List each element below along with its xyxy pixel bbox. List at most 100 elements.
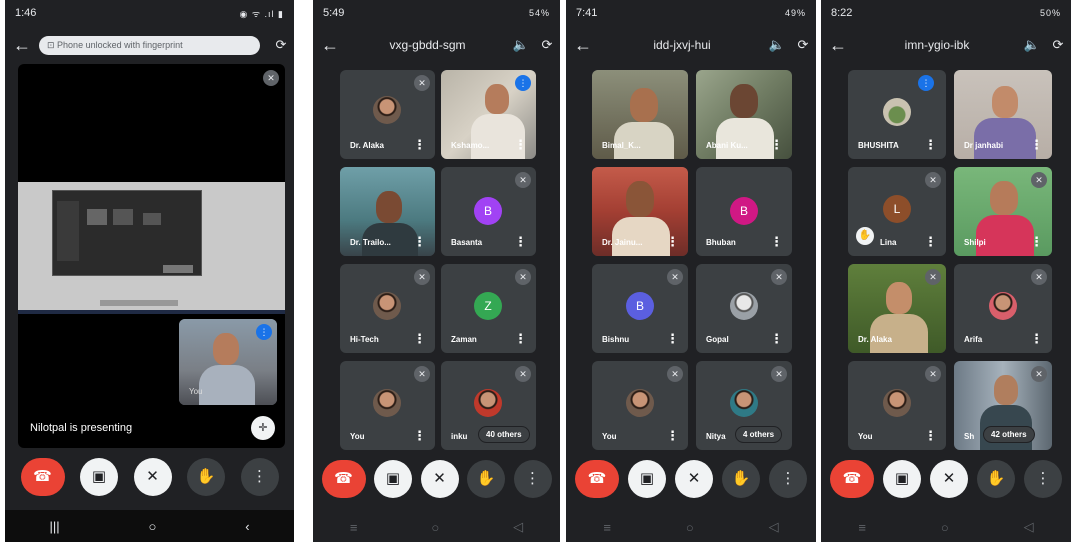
end-call-button[interactable]: ☎ bbox=[321, 460, 366, 498]
more-icon[interactable]: ⋮ bbox=[666, 234, 679, 250]
more-icon[interactable]: ⋮ bbox=[770, 331, 783, 347]
others-count-chip[interactable]: 40 others bbox=[479, 427, 529, 442]
recents-icon[interactable]: ≡ bbox=[350, 520, 358, 535]
speaker-icon[interactable]: 🔈 bbox=[1019, 37, 1045, 53]
more-options-button[interactable]: ⋮ bbox=[513, 460, 552, 498]
battery-level: 54% bbox=[528, 8, 550, 18]
camera-switch-icon[interactable]: ⟳ bbox=[534, 37, 560, 53]
more-icon[interactable]: ⋮ bbox=[1030, 137, 1043, 153]
more-icon[interactable]: ⋮ bbox=[924, 137, 937, 153]
home-icon[interactable]: ○ bbox=[431, 520, 439, 535]
more-icon[interactable]: ⋮ bbox=[1030, 331, 1043, 347]
more-icon[interactable]: ⋮ bbox=[666, 428, 679, 444]
participant-tile[interactable]: ⋮ BHUSHITA ⋮ bbox=[848, 70, 946, 159]
more-icon[interactable]: ⋮ bbox=[413, 234, 426, 250]
participant-tile[interactable]: ✕ Gopal ⋮ bbox=[696, 264, 792, 353]
participant-tile[interactable]: Dr. Jainu... ⋮ bbox=[592, 167, 688, 256]
participant-tile[interactable]: ✕ Dr. Alaka bbox=[848, 264, 946, 353]
participant-tile[interactable]: ✕ B Bishnu ⋮ bbox=[592, 264, 688, 353]
participant-tile[interactable]: ✕ Nitya 4 others bbox=[696, 361, 792, 450]
more-icon[interactable]: ⋮ bbox=[924, 428, 937, 444]
participant-tile[interactable]: ✕ Z Zaman ⋮ bbox=[441, 264, 536, 353]
more-icon[interactable]: ⋮ bbox=[770, 137, 783, 153]
speaker-icon[interactable]: 🔈 bbox=[764, 37, 790, 53]
back-arrow-icon[interactable]: ← bbox=[5, 35, 39, 56]
end-call-button[interactable]: ☎ bbox=[830, 460, 874, 498]
participant-tile[interactable]: ✕ Shilpi ⋮ bbox=[954, 167, 1052, 256]
speaker-icon[interactable]: 🔈 bbox=[508, 37, 534, 53]
participant-tile[interactable]: Abani Ku... ⋮ bbox=[696, 70, 792, 159]
more-options-button[interactable]: ⋮ bbox=[240, 458, 279, 496]
camera-off-button[interactable]: ▣ bbox=[374, 460, 412, 498]
more-icon[interactable]: ⋮ bbox=[514, 331, 527, 347]
camera-off-button[interactable]: ▣ bbox=[80, 458, 118, 496]
end-call-button[interactable]: ☎ bbox=[575, 460, 619, 498]
avatar: B bbox=[730, 197, 758, 225]
more-options-button[interactable]: ⋮ bbox=[1024, 460, 1062, 498]
more-icon[interactable]: ⋮ bbox=[514, 234, 527, 250]
more-icon[interactable]: ⋮ bbox=[413, 331, 426, 347]
back-arrow-icon[interactable]: ← bbox=[566, 35, 600, 56]
more-icon[interactable]: ⋮ bbox=[514, 137, 527, 153]
camera-switch-icon[interactable]: ⟳ bbox=[1045, 37, 1071, 53]
participant-tile[interactable]: ✕ B Basanta ⋮ bbox=[441, 167, 536, 256]
participant-tile[interactable]: Dr. Trailo... ⋮ bbox=[340, 167, 435, 256]
recents-icon[interactable]: ≡ bbox=[858, 520, 866, 535]
recents-icon[interactable]: ||| bbox=[49, 519, 59, 534]
call-controls: ☎ ▣ ✕ ✋ ⋮ bbox=[566, 460, 816, 498]
camera-off-button[interactable]: ▣ bbox=[883, 460, 921, 498]
back-arrow-icon[interactable]: ← bbox=[821, 35, 855, 56]
self-tile[interactable]: ✕ You ⋮ bbox=[848, 361, 946, 450]
meeting-code[interactable]: imn-ygio-ibk bbox=[855, 38, 1019, 52]
more-options-button[interactable]: ⋮ bbox=[769, 460, 807, 498]
nav-back-icon[interactable]: ◁ bbox=[1024, 519, 1034, 535]
raise-hand-button[interactable]: ✋ bbox=[467, 460, 505, 498]
self-tile[interactable]: ✕ You ⋮ bbox=[340, 361, 435, 450]
self-tile[interactable]: ✕ You ⋮ bbox=[592, 361, 688, 450]
participant-tile[interactable]: ✕ Sh 42 others bbox=[954, 361, 1052, 450]
raise-hand-button[interactable]: ✋ bbox=[187, 458, 225, 496]
end-call-button[interactable]: ☎ bbox=[20, 458, 65, 496]
camera-switch-icon[interactable]: ⟳ bbox=[268, 37, 294, 53]
participant-tile[interactable]: ✕ Dr. Alaka ⋮ bbox=[340, 70, 435, 159]
participant-tile[interactable]: ✕ Hi-Tech ⋮ bbox=[340, 264, 435, 353]
participant-tile[interactable]: ✕ inku 40 others bbox=[441, 361, 536, 450]
more-icon[interactable]: ⋮ bbox=[413, 137, 426, 153]
participant-tile[interactable]: B Bhuban ⋮ bbox=[696, 167, 792, 256]
mic-off-icon: ✕ bbox=[414, 75, 430, 91]
participant-tile[interactable]: Bimal_K... bbox=[592, 70, 688, 159]
home-icon[interactable]: ○ bbox=[148, 519, 156, 534]
mic-off-button[interactable]: ✕ bbox=[675, 460, 713, 498]
nav-back-icon[interactable]: ◁ bbox=[769, 519, 779, 535]
participant-tile[interactable]: ⋮ Kshamo... ⋮ bbox=[441, 70, 536, 159]
more-icon[interactable]: ⋮ bbox=[924, 234, 937, 250]
mic-off-button[interactable]: ✕ bbox=[930, 460, 968, 498]
back-arrow-icon[interactable]: ← bbox=[313, 35, 347, 56]
participant-tile[interactable]: Dr janhabi ⋮ bbox=[954, 70, 1052, 159]
nav-back-icon[interactable]: ◁ bbox=[513, 519, 523, 535]
participant-tile[interactable]: ✕ Arifa ⋮ bbox=[954, 264, 1052, 353]
mic-off-button[interactable]: ✕ bbox=[420, 460, 459, 498]
self-video-tile[interactable]: ⋮ You bbox=[179, 319, 277, 405]
participant-tile[interactable]: ✕ L ✋ Lina ⋮ bbox=[848, 167, 946, 256]
more-icon[interactable]: ⋮ bbox=[770, 234, 783, 250]
meeting-code[interactable]: vxg-gbdd-sgm bbox=[347, 38, 508, 52]
more-icon[interactable]: ⋮ bbox=[413, 428, 426, 444]
meeting-code[interactable]: idd-jxvj-hui bbox=[600, 38, 764, 52]
recents-icon[interactable]: ≡ bbox=[603, 520, 611, 535]
speaking-icon: ⋮ bbox=[918, 75, 934, 91]
home-icon[interactable]: ○ bbox=[686, 520, 694, 535]
more-icon[interactable]: ⋮ bbox=[1030, 234, 1043, 250]
raise-hand-button[interactable]: ✋ bbox=[977, 460, 1015, 498]
raise-hand-button[interactable]: ✋ bbox=[722, 460, 760, 498]
participant-name: BHUSHITA bbox=[858, 141, 899, 150]
camera-off-button[interactable]: ▣ bbox=[628, 460, 666, 498]
others-count-chip[interactable]: 42 others bbox=[984, 427, 1034, 442]
home-icon[interactable]: ○ bbox=[941, 520, 949, 535]
others-count-chip[interactable]: 4 others bbox=[736, 427, 782, 442]
nav-back-icon[interactable]: ‹ bbox=[245, 519, 249, 534]
camera-switch-icon[interactable]: ⟳ bbox=[790, 37, 816, 53]
minimize-presentation-icon[interactable]: ✛ bbox=[251, 416, 275, 440]
mic-off-button[interactable]: ✕ bbox=[133, 458, 172, 496]
more-icon[interactable]: ⋮ bbox=[666, 331, 679, 347]
